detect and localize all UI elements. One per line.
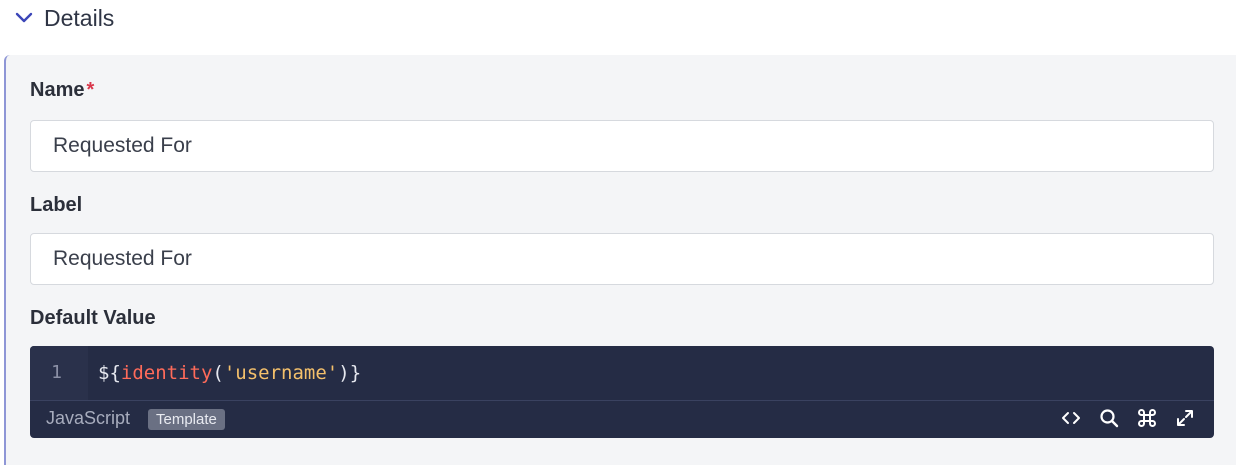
code-editor[interactable]: 1 ${identity('username')} JavaScript Tem…	[30, 346, 1214, 438]
code-token-open: (	[212, 362, 224, 384]
name-field[interactable]	[30, 120, 1214, 172]
code-icon[interactable]	[1060, 407, 1082, 429]
code-line[interactable]: ${identity('username')}	[98, 346, 361, 400]
name-label-text: Name	[30, 79, 85, 101]
label-field[interactable]	[30, 233, 1214, 285]
code-token-close: )}	[338, 362, 362, 384]
search-icon[interactable]	[1098, 407, 1120, 429]
code-token-function: identity	[120, 362, 213, 384]
command-icon[interactable]	[1136, 407, 1158, 429]
details-panel: Name* Label Default Value 1 ${identity('…	[4, 55, 1236, 465]
editor-toolbar	[1060, 407, 1196, 429]
expand-icon[interactable]	[1174, 407, 1196, 429]
section-title: Details	[44, 4, 115, 31]
line-number: 1	[30, 346, 88, 400]
details-section-toggle[interactable]: Details	[14, 4, 114, 32]
default-value-label: Default Value	[30, 307, 156, 329]
required-marker: *	[86, 79, 95, 101]
code-token-string: 'username'	[223, 362, 339, 384]
language-label: JavaScript	[46, 408, 131, 428]
label-field-label: Label	[30, 194, 83, 216]
code-token-prefix: ${	[98, 362, 121, 384]
name-field-label: Name *	[30, 79, 94, 102]
chevron-down-icon	[14, 8, 34, 28]
template-mode-badge[interactable]: Template	[148, 409, 225, 430]
editor-footer: JavaScript Template	[30, 401, 1214, 438]
